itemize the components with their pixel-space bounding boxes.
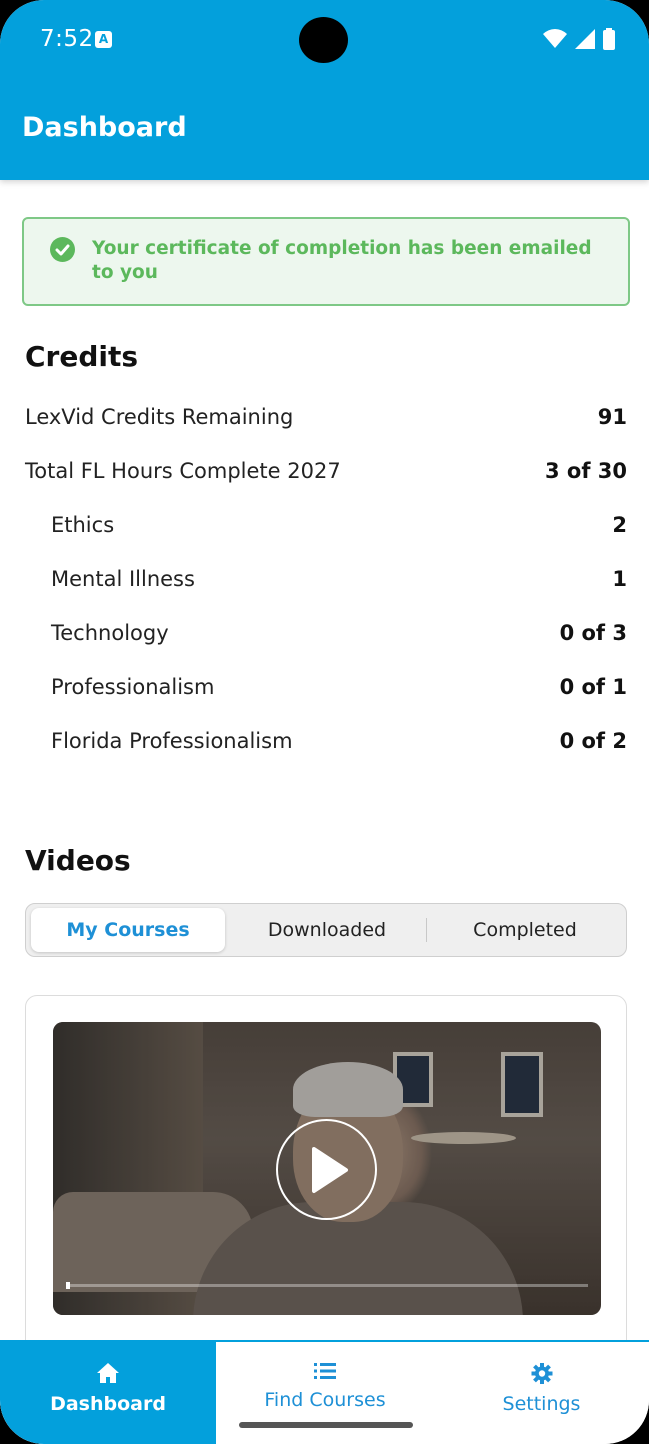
video-progress-track[interactable] xyxy=(66,1284,588,1287)
video-filter-tabs: My Courses Downloaded Completed xyxy=(25,903,627,957)
nav-label: Dashboard xyxy=(50,1393,166,1415)
play-button[interactable] xyxy=(276,1119,377,1220)
tab-my-courses[interactable]: My Courses xyxy=(31,908,225,952)
status-time: 7:52 xyxy=(40,26,94,52)
credit-row: Ethics 2 xyxy=(51,510,627,540)
videos-heading: Videos xyxy=(25,844,131,877)
credit-label: Total FL Hours Complete 2027 xyxy=(25,459,341,483)
credit-row: Florida Professionalism 0 of 2 xyxy=(51,726,627,756)
tab-completed[interactable]: Completed xyxy=(427,908,623,952)
video-progress-handle[interactable] xyxy=(66,1282,70,1289)
nav-label: Settings xyxy=(502,1393,581,1415)
status-icons xyxy=(543,28,615,50)
list-icon xyxy=(314,1363,336,1379)
success-banner: Your certificate of completion has been … xyxy=(22,217,630,306)
credit-label: Professionalism xyxy=(51,675,215,699)
credit-row: Total FL Hours Complete 2027 3 of 30 xyxy=(25,456,627,486)
credit-value: 1 xyxy=(612,567,627,591)
wifi-icon xyxy=(543,29,567,48)
credit-label: Mental Illness xyxy=(51,567,195,591)
credit-value: 0 of 3 xyxy=(559,621,627,645)
video-card xyxy=(25,995,627,1355)
credit-label: Technology xyxy=(51,621,169,645)
bottom-navigation: Dashboard Find Courses Settings xyxy=(0,1340,649,1444)
tab-downloaded[interactable]: Downloaded xyxy=(228,908,426,952)
nav-find-courses[interactable]: Find Courses xyxy=(216,1342,434,1444)
credit-row: Professionalism 0 of 1 xyxy=(51,672,627,702)
nav-settings[interactable]: Settings xyxy=(434,1342,649,1444)
banner-message: Your certificate of completion has been … xyxy=(92,238,592,283)
play-icon xyxy=(312,1147,348,1193)
page-title: Dashboard xyxy=(22,112,187,143)
credit-value: 2 xyxy=(612,513,627,537)
credits-heading: Credits xyxy=(25,340,139,373)
home-indicator[interactable] xyxy=(239,1422,413,1428)
credit-label: LexVid Credits Remaining xyxy=(25,405,294,429)
battery-icon xyxy=(603,28,615,50)
nav-label: Find Courses xyxy=(264,1389,386,1411)
home-icon xyxy=(97,1363,119,1383)
camera-cutout xyxy=(299,17,348,63)
credit-value: 3 of 30 xyxy=(544,459,627,483)
credit-row: Mental Illness 1 xyxy=(51,564,627,594)
credit-value: 0 of 2 xyxy=(559,729,627,753)
credit-row: LexVid Credits Remaining 91 xyxy=(25,402,627,432)
phone-screen: 7:52 A Dashboard Your certificate of com… xyxy=(0,0,649,1444)
credit-label: Ethics xyxy=(51,513,115,537)
check-circle-icon xyxy=(50,237,75,262)
app-header: 7:52 A Dashboard xyxy=(0,0,649,180)
video-player[interactable] xyxy=(53,1022,601,1315)
credit-value: 0 of 1 xyxy=(559,675,627,699)
signal-icon xyxy=(575,29,595,49)
gear-icon xyxy=(531,1363,552,1384)
credit-row: Technology 0 of 3 xyxy=(51,618,627,648)
credit-value: 91 xyxy=(597,405,627,429)
nav-dashboard[interactable]: Dashboard xyxy=(0,1342,216,1444)
credit-label: Florida Professionalism xyxy=(51,729,293,753)
app-notification-icon: A xyxy=(95,31,112,48)
